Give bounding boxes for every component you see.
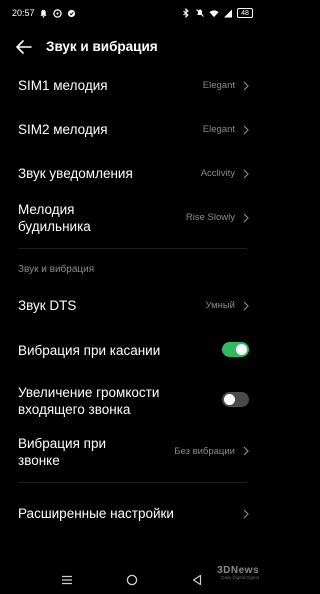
row-increasing-volume: Увеличение громкости входящего звонка	[0, 378, 265, 422]
recent-apps-button[interactable]	[59, 572, 75, 588]
chevron-right-icon	[243, 213, 249, 223]
battery-indicator: 48	[237, 8, 253, 18]
row-value: Rise Slowly	[185, 212, 235, 223]
row-call-vibration[interactable]: Вибрация при звонке Без вибрации	[0, 430, 265, 474]
watermark-logo: 3DNews	[217, 565, 259, 576]
row-label-line1: Вибрация при	[18, 436, 106, 451]
row-label: Звук уведомления	[18, 166, 133, 181]
wifi-icon	[209, 8, 219, 18]
row-label: Вибрация при касании	[18, 343, 161, 358]
row-label-line1: Мелодия	[18, 202, 75, 217]
chevron-right-icon	[243, 446, 249, 456]
mute-icon	[195, 8, 205, 18]
increasing-volume-toggle[interactable]	[222, 392, 249, 407]
toggle-knob	[224, 394, 235, 405]
watermark: 3DNews Daily Digital Digest	[217, 565, 259, 581]
back-nav-button[interactable]	[189, 572, 205, 588]
row-label: SIM1 мелодия	[18, 78, 108, 93]
status-bar: 20:57 48	[0, 0, 265, 26]
row-value: Elegant	[202, 124, 235, 135]
row-label: Расширенные настройки	[18, 506, 174, 521]
chevron-right-icon	[243, 301, 249, 311]
row-label-line2: входящего звонка	[18, 402, 131, 417]
status-left: 20:57	[12, 8, 77, 18]
row-value: Elegant	[202, 80, 235, 91]
row-dts-sound[interactable]: Звук DTS Умный	[0, 290, 265, 322]
home-button[interactable]	[124, 572, 140, 588]
row-advanced-settings[interactable]: Расширенные настройки	[0, 498, 265, 530]
row-notification-sound[interactable]: Звук уведомления Acclivity	[0, 158, 265, 190]
touch-vibration-toggle[interactable]	[222, 342, 249, 357]
divider	[18, 248, 247, 249]
chevron-right-icon	[243, 125, 249, 135]
chevron-right-icon	[243, 169, 249, 179]
row-value: Без вибрации	[174, 446, 235, 457]
row-label-line2: будильника	[18, 219, 91, 234]
toggle-knob	[236, 344, 247, 355]
page-title: Звук и вибрация	[46, 39, 158, 54]
row-label-line2: звонке	[18, 453, 60, 468]
row-sim1-ringtone[interactable]: SIM1 мелодия Elegant	[0, 70, 265, 102]
row-value: Умный	[205, 300, 235, 311]
bell-icon	[39, 8, 49, 18]
row-label: SIM2 мелодия	[18, 122, 108, 137]
row-sim2-ringtone[interactable]: SIM2 мелодия Elegant	[0, 114, 265, 146]
chevron-right-icon	[243, 81, 249, 91]
back-triangle-icon	[192, 574, 202, 586]
status-time: 20:57	[12, 8, 35, 18]
section-header: Звук и вибрация	[18, 264, 95, 275]
row-alarm-ringtone[interactable]: Мелодия будильника Rise Slowly	[0, 198, 265, 240]
chat-icon	[53, 8, 63, 18]
signal-icon	[223, 8, 233, 18]
watermark-tagline: Daily Digital Digest	[221, 575, 259, 580]
divider	[18, 482, 247, 483]
status-right: 48	[181, 8, 253, 18]
row-label-line1: Увеличение громкости	[18, 385, 160, 400]
chevron-right-icon	[243, 509, 249, 519]
header: Звук и вибрация	[0, 30, 265, 64]
bluetooth-icon	[181, 8, 191, 18]
row-value: Acclivity	[200, 168, 235, 179]
dot-icon	[67, 8, 77, 18]
home-icon	[126, 574, 138, 586]
row-touch-vibration: Вибрация при касании	[0, 334, 265, 366]
row-label: Звук DTS	[18, 298, 77, 313]
arrow-left-icon	[16, 40, 32, 54]
menu-icon	[62, 575, 72, 585]
back-button[interactable]	[14, 38, 34, 56]
